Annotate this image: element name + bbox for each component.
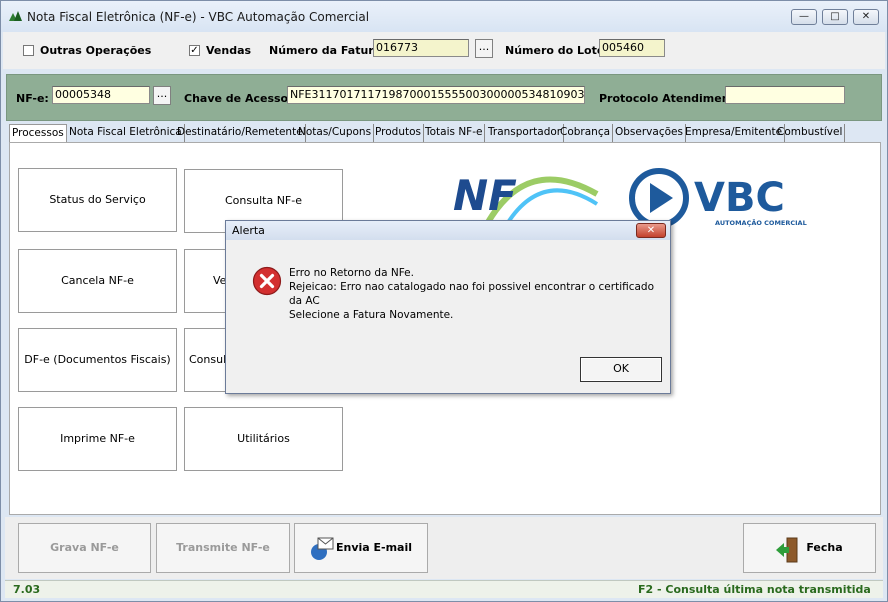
tab-destinatario[interactable]: Destinatário/Remetente [175, 124, 306, 142]
fecha-label: Fecha [806, 541, 843, 554]
minimize-button[interactable]: — [791, 9, 817, 25]
numero-fatura-label: Número da Fatura: [269, 44, 386, 57]
ok-button[interactable]: OK [580, 357, 662, 382]
alert-line-2: Rejeicao: Erro nao catalogado nao foi po… [289, 281, 655, 293]
nfe-lookup-button[interactable]: ... [153, 86, 171, 105]
tab-transportador[interactable]: Transportador [486, 124, 565, 142]
title-bar: Nota Fiscal Eletrônica (NF-e) - VBC Auto… [1, 1, 887, 32]
main-window: Nota Fiscal Eletrônica (NF-e) - VBC Auto… [0, 0, 888, 602]
app-tree-icon [9, 11, 22, 21]
alert-title-bar: Alerta ✕ [226, 221, 670, 240]
tab-totais[interactable]: Totais NF-e [423, 124, 486, 142]
window-title: Nota Fiscal Eletrônica (NF-e) - VBC Auto… [27, 10, 370, 24]
envia-email-button[interactable]: Envia E-mail [294, 523, 428, 573]
vendas-label: Vendas [206, 44, 252, 57]
imprime-nfe-button[interactable]: Imprime NF-e [18, 407, 177, 471]
alert-dialog: Alerta ✕ Erro no Retorno da NFe. Rejeica… [225, 220, 671, 394]
alert-line-1: Erro no Retorno da NFe. [289, 267, 414, 279]
outras-operacoes-label: Outras Operações [40, 44, 152, 57]
utilitarios-button[interactable]: Utilitários [184, 407, 343, 471]
tab-nota-fiscal[interactable]: Nota Fiscal Eletrônica [67, 124, 185, 142]
close-window-button[interactable]: ✕ [853, 9, 879, 25]
alert-line-4: Selecione a Fatura Novamente. [289, 309, 454, 321]
nfe-logo-text: NF [453, 171, 517, 220]
vendas-checkbox[interactable]: ✓ [189, 45, 200, 56]
alert-close-button[interactable]: ✕ [636, 223, 666, 238]
cancela-nfe-button[interactable]: Cancela NF-e [18, 249, 177, 313]
tab-cobranca[interactable]: Cobrança [558, 124, 614, 142]
fecha-button[interactable]: Fecha [743, 523, 876, 573]
grava-nfe-button[interactable]: Grava NF-e [18, 523, 151, 573]
status-bar: 7.03 F2 - Consulta última nota transmiti… [5, 580, 883, 598]
nfe-number-field[interactable]: 00005348 [52, 86, 150, 104]
email-icon [311, 537, 334, 560]
numero-lote-label: Número do Lote: [505, 44, 609, 57]
exit-door-icon [776, 537, 798, 563]
outras-operacoes-checkbox[interactable] [23, 45, 34, 56]
chave-acesso-label: Chave de Acesso: [184, 92, 293, 105]
tab-notas-cupons[interactable]: Notas/Cupons [296, 124, 375, 142]
envia-email-label: Envia E-mail [335, 541, 413, 554]
nfe-logo: NF [453, 171, 599, 226]
chave-acesso-field[interactable]: NFE3117017117198700015555003000005348109… [287, 86, 585, 104]
vbc-logo-text: VBC [694, 175, 785, 221]
operation-panel: Outras Operações ✓ Vendas Número da Fatu… [3, 32, 885, 69]
alert-title: Alerta [232, 224, 265, 237]
alert-line-3: da AC [289, 295, 320, 307]
status-hint: F2 - Consulta última nota transmitida [638, 583, 871, 596]
dfe-button[interactable]: DF-e (Documentos Fiscais) [18, 328, 177, 392]
status-servico-button[interactable]: Status do Serviço [18, 168, 177, 232]
tab-processos[interactable]: Processos [9, 124, 67, 142]
tab-produtos[interactable]: Produtos [373, 124, 424, 142]
nfe-label: NF-e: [16, 92, 49, 105]
tab-combustivel[interactable]: Combustível [775, 124, 846, 142]
numero-fatura-field[interactable]: 016773 [373, 39, 469, 57]
tab-observacoes[interactable]: Observações [613, 124, 686, 142]
bottom-toolbar: Grava NF-e Transmite NF-e Envia E-mail F… [5, 517, 883, 579]
nfe-panel: NF-e: 00005348 ... Chave de Acesso: NFE3… [6, 74, 882, 121]
tab-empresa[interactable]: Empresa/Emitente [683, 124, 786, 142]
maximize-button[interactable]: □ [822, 9, 848, 25]
error-icon [252, 266, 282, 296]
version-text: 7.03 [13, 583, 41, 596]
fatura-lookup-button[interactable]: ... [475, 39, 493, 58]
numero-lote-field[interactable]: 005460 [599, 39, 665, 57]
vbc-logo-subtitle: AUTOMAÇÃO COMERCIAL [715, 218, 807, 227]
protocolo-field[interactable] [725, 86, 845, 104]
transmite-nfe-button[interactable]: Transmite NF-e [156, 523, 290, 573]
